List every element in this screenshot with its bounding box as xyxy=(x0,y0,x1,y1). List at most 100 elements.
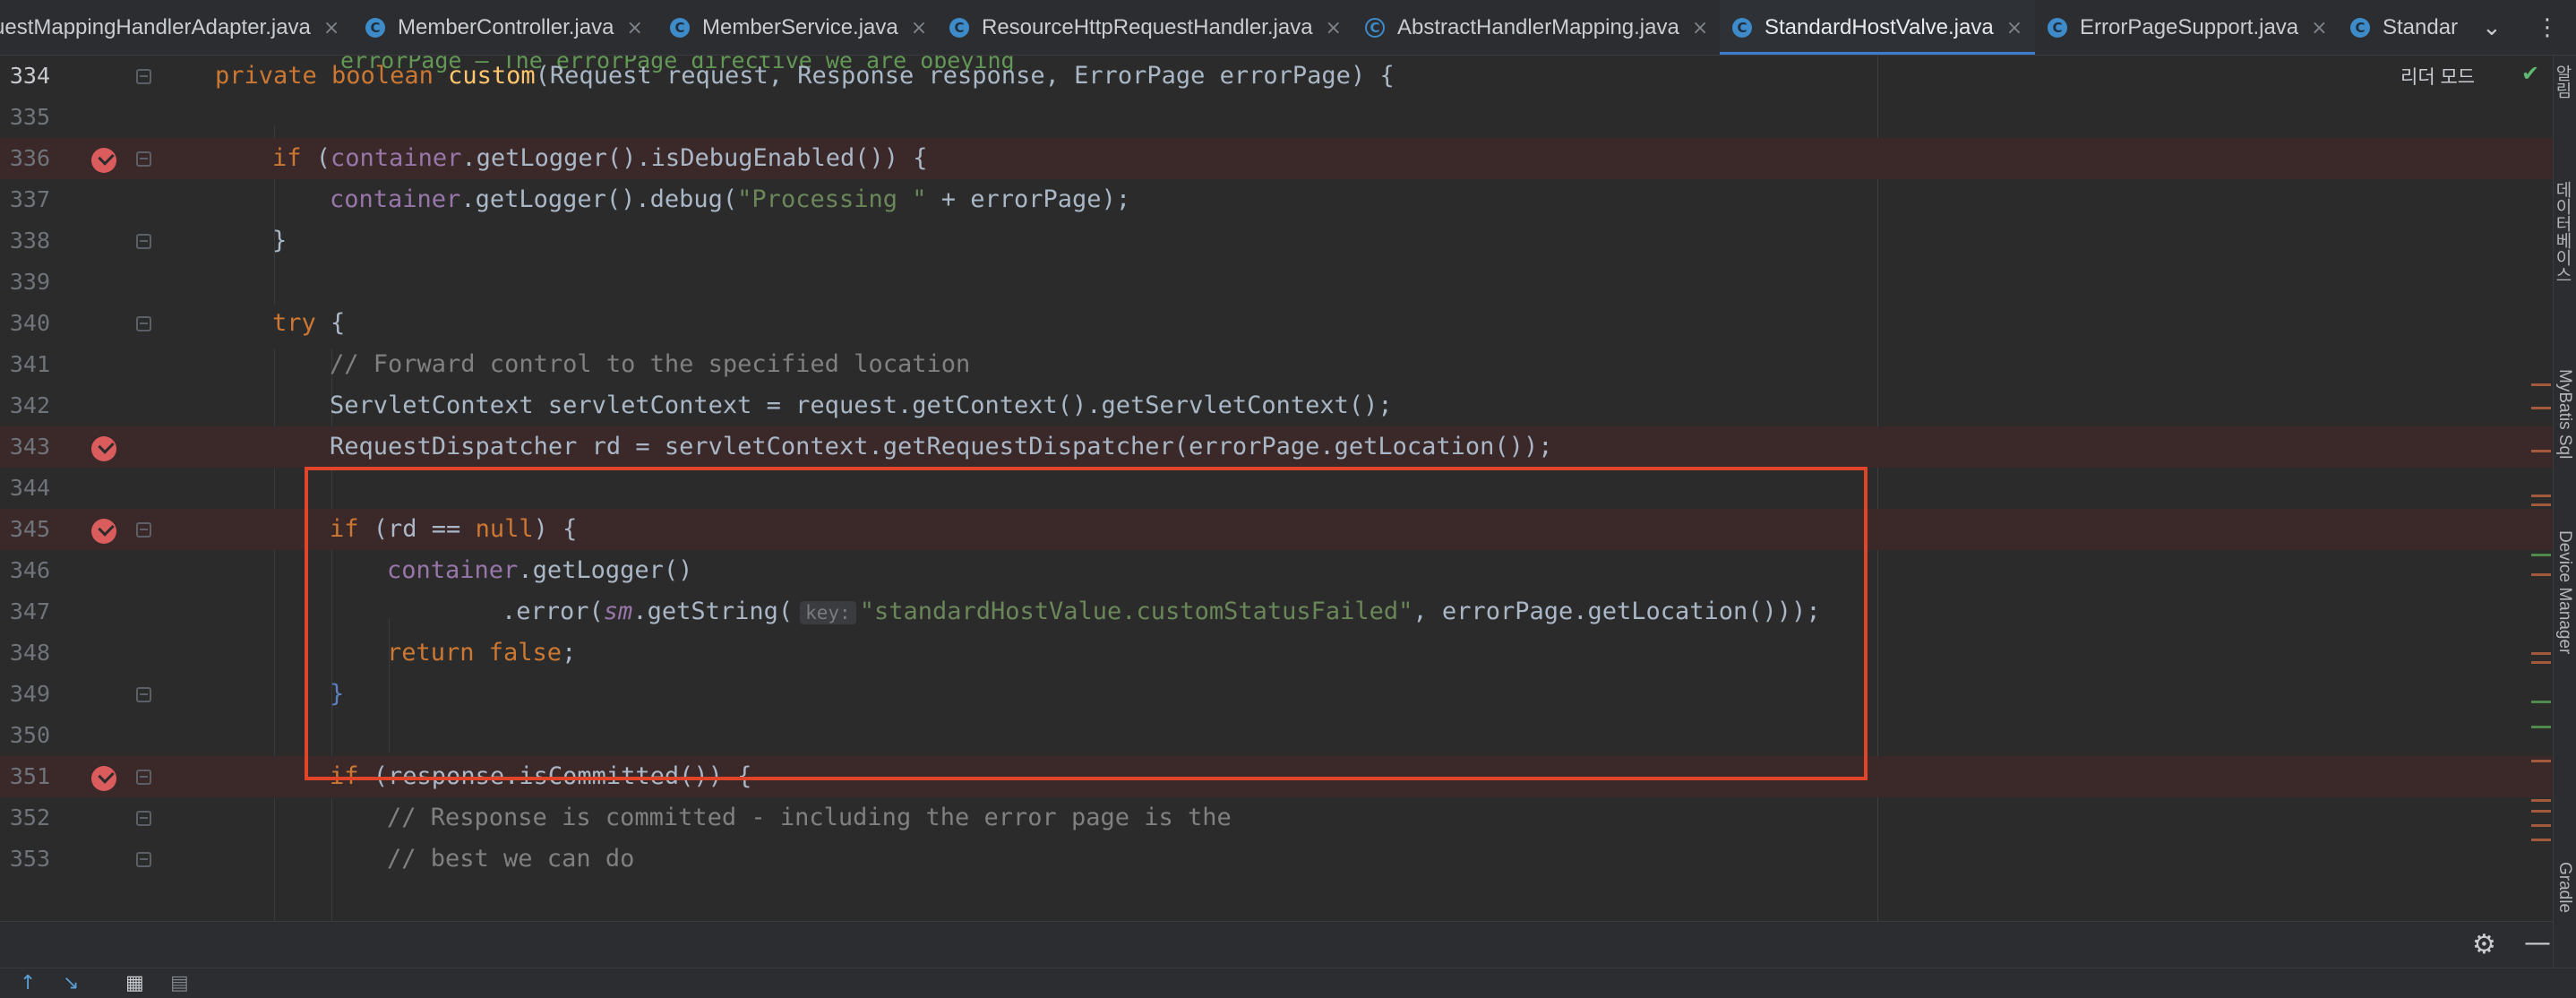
code-line-347[interactable]: 347 .error(sm.getString(key: "standardHos… xyxy=(0,591,2553,632)
line-number: 346 xyxy=(9,557,50,583)
fold-icon[interactable] xyxy=(136,852,151,867)
right-tool-window-strip: 알림 데이터베이스 MyBatis Sql Device Manager Gra… xyxy=(2553,56,2576,998)
code-line-346[interactable]: 346 container.getLogger() xyxy=(0,550,2553,591)
tab-request-mapping-handler-adapter[interactable]: uestMappingHandlerAdapter.java × xyxy=(0,0,339,55)
tab-label: uestMappingHandlerAdapter.java xyxy=(0,15,311,39)
notifications-tool-button[interactable]: 알림 xyxy=(2553,65,2574,99)
class-icon: C xyxy=(2048,18,2067,38)
fold-icon[interactable] xyxy=(136,770,151,785)
fold-icon[interactable] xyxy=(136,522,151,538)
fold-icon[interactable] xyxy=(136,151,151,167)
scroll-marker xyxy=(2531,652,2551,655)
device-manager-tool-button[interactable]: Device Manager xyxy=(2555,530,2574,654)
close-icon[interactable]: × xyxy=(626,17,642,39)
scroll-marker xyxy=(2531,573,2551,576)
line-number: 340 xyxy=(9,310,50,336)
code-line-341[interactable]: 341 // Forward control to the specified … xyxy=(0,344,2553,385)
code-line-348[interactable]: 348 return false; xyxy=(0,632,2553,674)
code-text: return false; xyxy=(387,639,577,667)
scroll-marker xyxy=(2531,839,2551,841)
code-line-336[interactable]: 336 if (container.getLogger().isDebugEna… xyxy=(0,138,2553,179)
line-number: 344 xyxy=(9,475,50,501)
line-number: 335 xyxy=(9,104,50,130)
arrow-up-icon[interactable]: ↑ xyxy=(20,972,36,994)
tab-resource-http-request-handler[interactable]: C ResourceHttpRequestHandler.java × xyxy=(949,0,1342,55)
code-text: ServletContext servletContext = request.… xyxy=(330,391,1393,419)
breakpoint-icon[interactable] xyxy=(91,766,116,791)
table-icon[interactable]: ▦ xyxy=(125,972,144,994)
database-tool-button[interactable]: 데이터베이스 xyxy=(2553,181,2574,283)
code-line-340[interactable]: 340 try { xyxy=(0,303,2553,344)
tab-member-controller[interactable]: C MemberController.java × xyxy=(365,0,643,55)
class-icon: C xyxy=(1732,18,1752,38)
step-into-icon[interactable]: ↘ xyxy=(63,972,79,994)
line-number: 351 xyxy=(9,763,50,789)
close-icon[interactable]: × xyxy=(911,17,927,39)
bottom-tool-bar: ⚙ — xyxy=(0,921,2553,968)
code-line-343[interactable]: 343 RequestDispatcher rd = servletContex… xyxy=(0,426,2553,468)
mybatis-sql-tool-button[interactable]: MyBatis Sql xyxy=(2555,369,2574,459)
close-icon[interactable]: × xyxy=(2311,17,2327,39)
breakpoint-icon[interactable] xyxy=(91,519,116,544)
code-text: RequestDispatcher rd = servletContext.ge… xyxy=(330,433,1553,460)
class-icon: C xyxy=(365,18,385,38)
line-number: 350 xyxy=(9,722,50,748)
code-comment: // best we can do xyxy=(387,845,635,873)
code-line-338[interactable]: 338 } xyxy=(0,220,2553,262)
fold-icon[interactable] xyxy=(136,811,151,826)
code-text: try { xyxy=(272,309,346,337)
code-line-345[interactable]: 345 if (rd == null) { xyxy=(0,509,2553,550)
scroll-marker xyxy=(2531,810,2551,813)
code-comment: // Response is committed - including the… xyxy=(387,804,1232,831)
line-number: 338 xyxy=(9,228,50,254)
code-line-352[interactable]: 352 // Response is committed - including… xyxy=(0,797,2553,839)
scroll-marker xyxy=(2531,760,2551,762)
more-vertical-icon[interactable]: ⋮ xyxy=(2536,14,2559,41)
chevron-down-icon[interactable]: ⌄ xyxy=(2482,14,2502,41)
fold-icon[interactable] xyxy=(136,687,151,702)
gear-icon[interactable]: ⚙ xyxy=(2472,929,2496,960)
close-icon[interactable]: × xyxy=(1692,17,1708,39)
code-text: } xyxy=(330,680,345,708)
scroll-marker xyxy=(2531,554,2551,556)
tab-error-page-support[interactable]: C ErrorPageSupport.java × xyxy=(2048,0,2328,55)
line-number: 339 xyxy=(9,269,50,295)
scroll-marker xyxy=(2531,799,2551,802)
code-line-344[interactable]: 344 xyxy=(0,468,2553,509)
breakpoint-icon[interactable] xyxy=(91,436,116,461)
code-text: if (rd == null) { xyxy=(330,515,578,543)
close-icon[interactable]: × xyxy=(323,17,339,39)
tab-standard-partial[interactable]: C Standar xyxy=(2350,0,2458,55)
parameter-hint: key: xyxy=(800,601,856,624)
code-line-353[interactable]: 353 // best we can do xyxy=(0,839,2553,880)
code-line-334[interactable]: 334 private boolean custom(Request reque… xyxy=(0,56,2553,97)
code-line-342[interactable]: 342 ServletContext servletContext = requ… xyxy=(0,385,2553,426)
code-line-337[interactable]: 337 container.getLogger().debug("Process… xyxy=(0,179,2553,220)
fold-icon[interactable] xyxy=(136,234,151,249)
line-number: 353 xyxy=(9,846,50,872)
code-line-349[interactable]: 349 } xyxy=(0,674,2553,715)
gradle-tool-button[interactable]: Gradle xyxy=(2555,862,2574,913)
line-number: 343 xyxy=(9,434,50,460)
code-line-339[interactable]: 339 xyxy=(0,262,2553,303)
line-number: 342 xyxy=(9,392,50,418)
tab-abstract-handler-mapping[interactable]: C AbstractHandlerMapping.java × xyxy=(1365,0,1708,55)
layout-icon[interactable]: ▤ xyxy=(170,972,189,994)
code-line-351[interactable]: 351 if (response.isCommitted()) { xyxy=(0,756,2553,797)
minimize-icon[interactable]: — xyxy=(2524,927,2551,959)
fold-icon[interactable] xyxy=(136,69,151,84)
scroll-marker xyxy=(2531,407,2551,409)
tab-label: MemberService.java xyxy=(702,15,898,39)
breakpoint-icon[interactable] xyxy=(91,148,116,173)
line-number: 352 xyxy=(9,804,50,830)
code-text: .error(sm.getString(key: "standardHostVal… xyxy=(502,598,1821,625)
tab-standard-host-valve[interactable]: C StandardHostValve.java × xyxy=(1720,0,2036,55)
code-line-350[interactable]: 350 xyxy=(0,715,2553,756)
line-number: 334 xyxy=(9,63,50,89)
tab-member-service[interactable]: C MemberService.java × xyxy=(670,0,927,55)
code-editor[interactable]: errorPage – The errorPage directive we a… xyxy=(0,56,2553,921)
close-icon[interactable]: × xyxy=(1326,17,1342,39)
close-icon[interactable]: × xyxy=(2006,17,2022,39)
fold-icon[interactable] xyxy=(136,316,151,331)
code-line-335[interactable]: 335 xyxy=(0,97,2553,138)
